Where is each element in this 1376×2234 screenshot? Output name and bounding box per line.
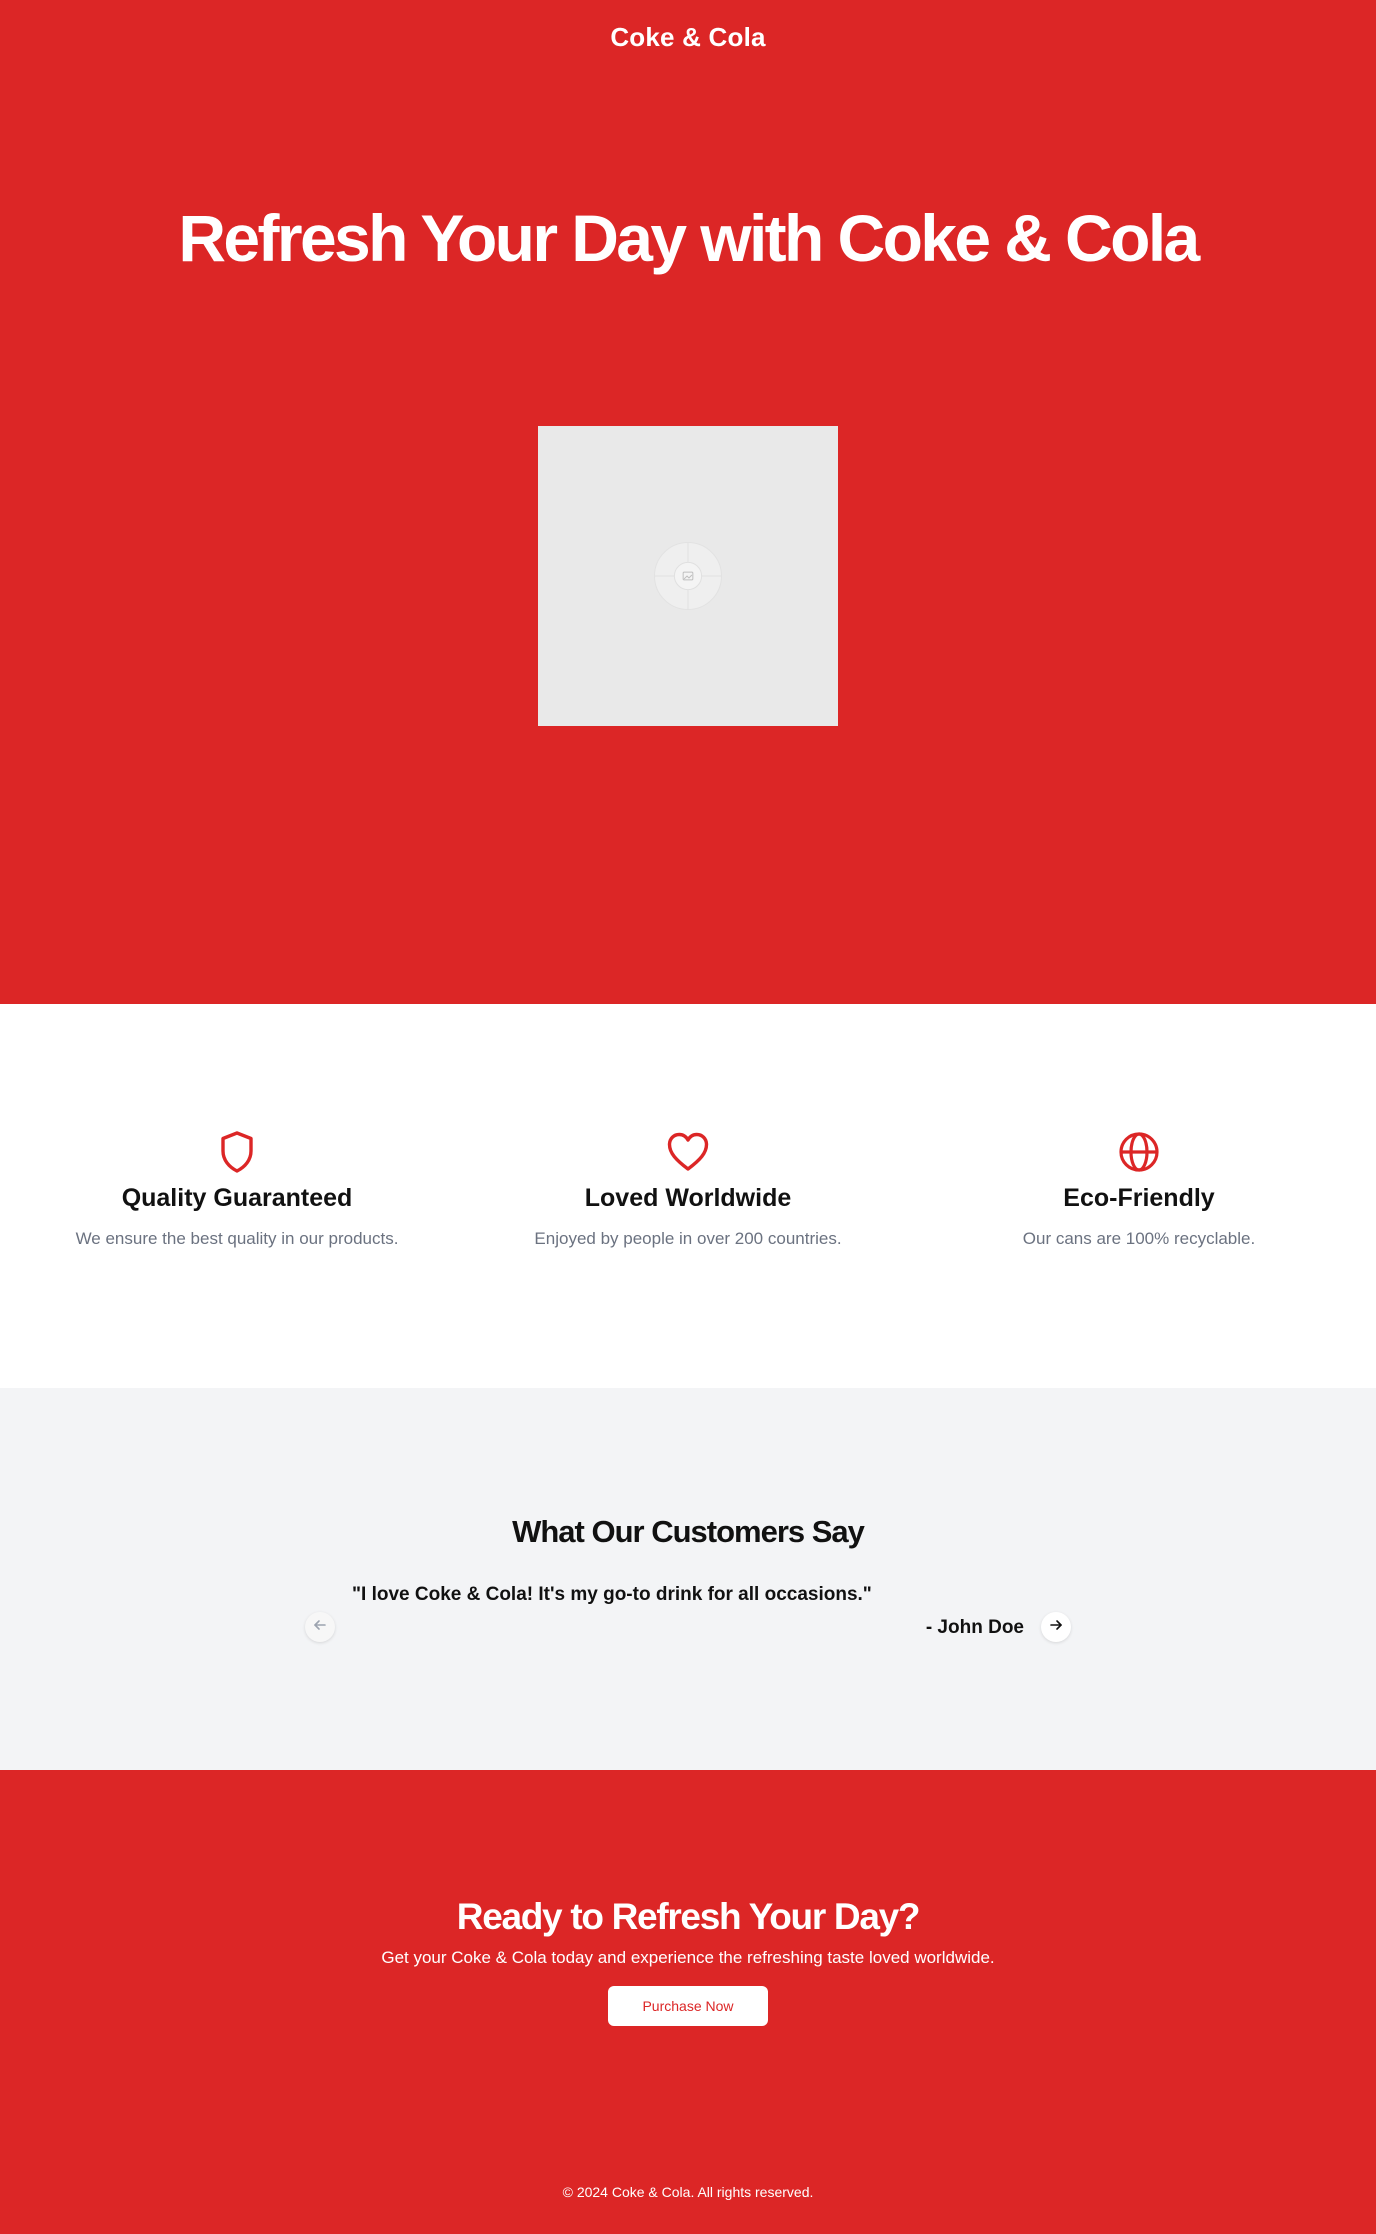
feature-description: Enjoyed by people in over 200 countries.: [534, 1229, 842, 1248]
features-section: Quality Guaranteed We ensure the best qu…: [0, 1004, 1376, 1388]
image-placeholder-icon: [654, 542, 722, 610]
globe-icon: [910, 1130, 1368, 1174]
testimonials-section: What Our Customers Say "I love Coke & Co…: [0, 1388, 1376, 1770]
cta-section: Ready to Refresh Your Day? Get your Coke…: [0, 1770, 1376, 2234]
next-testimonial-button[interactable]: [1041, 1612, 1071, 1642]
feature-description: Our cans are 100% recyclable.: [1022, 1229, 1256, 1248]
brand-logo-text[interactable]: Coke & Cola: [0, 22, 1376, 53]
feature-worldwide: Loved Worldwide Enjoyed by people in ove…: [459, 1130, 917, 1249]
prev-testimonial-button[interactable]: [305, 1612, 335, 1642]
feature-quality: Quality Guaranteed We ensure the best qu…: [8, 1130, 466, 1249]
heart-icon: [459, 1130, 917, 1174]
testimonials-heading: What Our Customers Say: [512, 1514, 865, 1549]
feature-title: Eco-Friendly: [1063, 1184, 1215, 1212]
shield-icon: [8, 1130, 466, 1174]
feature-description: We ensure the best quality in our produc…: [75, 1229, 399, 1248]
purchase-now-button[interactable]: Purchase Now: [608, 1986, 768, 2026]
cta-subtitle: Get your Coke & Cola today and experienc…: [381, 1948, 995, 1967]
hero-product-image: [538, 426, 838, 726]
feature-title: Quality Guaranteed: [121, 1184, 353, 1212]
hero-title: Refresh Your Day with Coke & Cola: [178, 201, 1200, 275]
testimonial-author: - John Doe: [925, 1617, 1024, 1638]
footer-copyright: © 2024 Coke & Cola. All rights reserved.: [562, 2184, 814, 2200]
arrow-left-icon: [313, 1618, 327, 1637]
feature-eco: Eco-Friendly Our cans are 100% recyclabl…: [910, 1130, 1368, 1249]
hero-section: Coke & Cola Refresh Your Day with Coke &…: [0, 0, 1376, 1004]
cta-title: Ready to Refresh Your Day?: [456, 1896, 921, 1937]
testimonial-quote: "I love Coke & Cola! It's my go-to drink…: [352, 1584, 872, 1605]
arrow-right-icon: [1049, 1618, 1063, 1637]
feature-title: Loved Worldwide: [584, 1184, 792, 1212]
